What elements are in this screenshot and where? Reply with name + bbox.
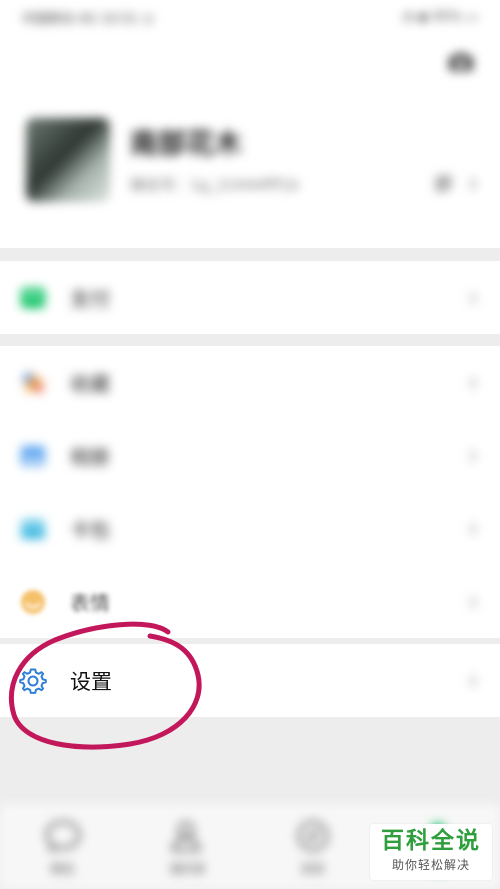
- nav-label-discover: 发现: [300, 862, 325, 876]
- menu-group-settings: 设置: [0, 644, 500, 717]
- chat-bubble-icon: [45, 820, 80, 853]
- nav-label-contacts: 通讯录: [169, 862, 206, 876]
- chevron-right-icon: [469, 673, 478, 688]
- menu-item-settings[interactable]: 设置: [0, 644, 500, 717]
- menu-item-album[interactable]: 相册: [0, 419, 500, 492]
- pay-icon: [21, 287, 45, 308]
- chevron-right-icon: [469, 594, 478, 609]
- avatar[interactable]: [26, 118, 110, 202]
- chevron-right-icon: [469, 521, 478, 536]
- menu-item-pay[interactable]: 支付: [0, 261, 500, 334]
- menu-item-stickers-label: 表情: [70, 591, 110, 615]
- nav-item-contacts[interactable]: 通讯录: [148, 816, 228, 877]
- nav-item-chats[interactable]: 微信: [23, 816, 103, 877]
- menu-item-cards[interactable]: 卡包: [0, 492, 500, 565]
- watermark-logo: 百科全说 助你轻松解决: [370, 824, 492, 880]
- nav-item-discover[interactable]: 发现: [273, 816, 353, 877]
- contacts-icon: [171, 821, 200, 852]
- nav-label-chats: 微信: [50, 862, 75, 876]
- watermark-subtitle: 助你轻松解决: [391, 858, 470, 872]
- favorites-icon: [21, 370, 45, 394]
- watermark-title: 百科全说: [381, 828, 481, 854]
- qr-code-icon[interactable]: [436, 176, 452, 192]
- status-left: 中国移动 4G 10:51 ◷: [22, 11, 154, 27]
- menu-group-pay: 支付: [0, 261, 500, 334]
- menu-item-settings-label: 设置: [70, 669, 112, 694]
- chevron-right-icon: [469, 177, 478, 191]
- menu-item-cards-label: 卡包: [70, 518, 110, 542]
- status-bar: 中国移动 4G 10:51 ◷ ◔ ◉ 95% ▭: [0, 0, 500, 34]
- chevron-right-icon: [469, 290, 478, 305]
- sticker-smile-icon: [21, 589, 45, 614]
- menu-item-pay-label: 支付: [70, 287, 110, 311]
- chevron-right-icon: [469, 448, 478, 463]
- album-icon: [21, 445, 45, 466]
- menu-item-favorites[interactable]: 收藏: [0, 346, 500, 419]
- menu-item-favorites-label: 收藏: [70, 372, 110, 396]
- menu-item-album-label: 相册: [70, 445, 110, 469]
- menu-group-main: 收藏 相册 卡包 表情: [0, 346, 500, 638]
- chevron-right-icon: [469, 375, 478, 390]
- gear-icon: [19, 668, 47, 694]
- profile-header: 中国移动 4G 10:51 ◷ ◔ ◉ 95% ▭ 南部花木 微信号：1g_22…: [0, 0, 500, 248]
- compass-icon: [297, 820, 328, 852]
- status-right: ◔ ◉ 95% ▭: [401, 9, 478, 25]
- camera-icon[interactable]: [448, 52, 474, 72]
- profile-nickname: 南部花木: [130, 127, 243, 160]
- menu-item-stickers[interactable]: 表情: [0, 565, 500, 638]
- card-wallet-icon: [21, 519, 45, 539]
- profile-wechat-id[interactable]: 微信号：1g_22444fff1b: [130, 174, 299, 195]
